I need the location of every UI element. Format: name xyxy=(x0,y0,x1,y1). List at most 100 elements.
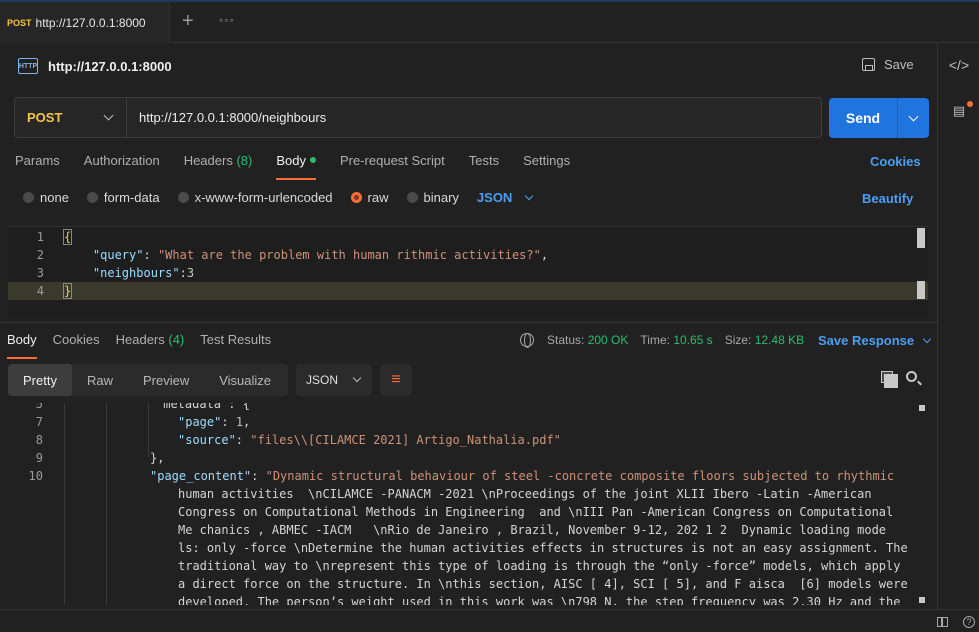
send-label: Send xyxy=(845,110,881,126)
response-tab-headers-label: Headers xyxy=(115,332,165,347)
json-value-content-line: developed. The person’s weight used in t… xyxy=(178,595,901,605)
request-tab-method: POST xyxy=(7,17,32,28)
globe-icon[interactable] xyxy=(520,333,534,348)
view-pretty[interactable]: Pretty xyxy=(8,364,72,396)
view-preview[interactable]: Preview xyxy=(128,364,204,396)
save-button[interactable]: Save xyxy=(862,57,914,72)
search-icon[interactable] xyxy=(906,371,917,382)
send-options-dropdown[interactable] xyxy=(898,111,929,121)
json-value-content-line: human activities \nCILAMCE -PANACM -2021… xyxy=(178,487,872,501)
indent-guide xyxy=(106,403,107,605)
view-visualize[interactable]: Visualize xyxy=(204,364,286,396)
response-scrollbar-bottom[interactable] xyxy=(919,597,925,603)
json-key-page: "page" xyxy=(178,415,222,429)
tab-headers[interactable]: Headers (8) xyxy=(184,153,253,168)
radio-raw-label: raw xyxy=(367,190,389,205)
json-value-content-line: Me chanics , ABMEC -IACM \nRio de Janeir… xyxy=(178,523,887,537)
editor-scrollbar-thumb[interactable] xyxy=(917,228,925,248)
help-icon[interactable]: ? xyxy=(963,616,975,628)
response-format-select[interactable]: JSON xyxy=(296,364,372,396)
response-body-viewer[interactable]: 5 "metadata": { 7 "page": 1, 8 "source":… xyxy=(0,403,928,605)
view-raw[interactable]: Raw xyxy=(72,364,128,396)
json-value-content-line: traditional way to \nrepresent this type… xyxy=(178,559,901,573)
json-value-content-line: a direct force on the structure. In \nth… xyxy=(178,577,908,591)
response-scrollbar-top[interactable] xyxy=(919,405,925,411)
open-brace: { xyxy=(62,229,73,245)
new-tab-plus-icon[interactable]: + xyxy=(182,11,194,31)
documentation-icon[interactable]: ▤ xyxy=(938,103,979,119)
radio-none[interactable]: none xyxy=(23,190,69,205)
json-key-source: "source" xyxy=(178,433,236,447)
save-response-label: Save Response xyxy=(818,333,915,348)
response-tab-test-results[interactable]: Test Results xyxy=(200,332,271,347)
response-tab-headers[interactable]: Headers (4) xyxy=(116,332,185,347)
radio-urlencoded[interactable]: x-www-form-urlencoded xyxy=(177,190,333,205)
tab-headers-count: (8) xyxy=(236,153,253,168)
two-pane-layout-icon[interactable] xyxy=(937,617,948,627)
method-select[interactable]: POST xyxy=(15,98,127,137)
beautify-button[interactable]: Beautify xyxy=(862,191,913,206)
send-button[interactable]: Send xyxy=(829,98,929,138)
tab-strip: POST http://127.0.0.1:8000 + ◦◦◦ xyxy=(0,0,979,43)
response-divider[interactable] xyxy=(0,322,937,323)
editor-scrollbar-marker[interactable] xyxy=(917,281,925,299)
response-tab-underline xyxy=(7,357,37,359)
json-key-metadata: "metadata": { xyxy=(156,403,250,411)
wrap-lines-button[interactable]: ≡ xyxy=(380,364,412,396)
status-readout[interactable]: Status: 200 OK xyxy=(547,333,628,347)
time-readout[interactable]: Time: 10.65 s xyxy=(640,333,712,347)
radio-circle-icon xyxy=(406,192,418,203)
tab-params[interactable]: Params xyxy=(15,153,60,168)
line-number: 9 xyxy=(35,451,43,465)
line-number: 10 xyxy=(28,469,43,483)
json-value-neighbours: 3 xyxy=(186,266,195,280)
cookies-link[interactable]: Cookies xyxy=(870,154,921,169)
url-input[interactable] xyxy=(139,110,789,125)
size-label: Size: xyxy=(724,333,752,347)
size-readout[interactable]: Size: 12.48 KB xyxy=(725,333,804,347)
line-number: 1 xyxy=(36,230,44,244)
radio-binary[interactable]: binary xyxy=(406,190,459,205)
json-close-brace: }, xyxy=(150,451,165,465)
http-request-icon: HTTP xyxy=(18,58,38,74)
request-tab[interactable]: POST http://127.0.0.1:8000 xyxy=(0,2,170,43)
radio-circle-icon xyxy=(177,192,189,203)
chevron-down-icon xyxy=(908,111,919,121)
response-view-modes: Pretty Raw Preview Visualize xyxy=(8,364,288,396)
time-label: Time: xyxy=(640,333,670,347)
body-format-value: JSON xyxy=(476,190,513,205)
json-value-page: 1 xyxy=(235,415,244,429)
body-format-select[interactable]: JSON xyxy=(476,190,534,205)
tab-settings[interactable]: Settings xyxy=(523,153,570,168)
json-value-content-line: Congress on Computational Methods in Eng… xyxy=(178,505,894,519)
request-tabs: Params Authorization Headers (8) Body Pr… xyxy=(15,153,594,180)
response-tab-cookies[interactable]: Cookies xyxy=(53,332,100,347)
request-body-editor[interactable]: 1 { 2 "query": "What are the problem wit… xyxy=(8,226,928,317)
tab-authorization[interactable]: Authorization xyxy=(84,153,160,168)
response-tabs: Body Cookies Headers (4) Test Results xyxy=(7,332,287,359)
radio-circle-icon xyxy=(86,192,98,203)
save-response-button[interactable]: Save Response xyxy=(818,333,932,348)
close-brace: } xyxy=(62,283,73,299)
code-snippet-icon[interactable]: </> xyxy=(938,57,979,73)
radio-raw[interactable]: raw xyxy=(350,190,389,205)
right-sidebar: </> ▤ xyxy=(937,43,979,632)
radio-form-data[interactable]: form-data xyxy=(86,190,160,205)
line-number: 2 xyxy=(36,248,44,262)
tab-body[interactable]: Body xyxy=(276,153,316,180)
more-tabs-ellipsis-icon[interactable]: ◦◦◦ xyxy=(219,13,235,27)
line-number: 7 xyxy=(35,415,43,429)
editor-line: 1 { xyxy=(8,228,928,246)
editor-line: 2 "query": "What are the problem with hu… xyxy=(8,246,928,264)
editor-line: 3 "neighbours":3 xyxy=(8,264,928,282)
tab-prerequest-script[interactable]: Pre-request Script xyxy=(340,153,445,168)
response-tab-body[interactable]: Body xyxy=(7,332,37,359)
radio-binary-label: binary xyxy=(423,190,459,205)
response-meta: Status: 200 OK Time: 10.65 s Size: 12.48… xyxy=(520,333,816,348)
response-headers-count: (4) xyxy=(168,332,185,347)
editor-line-current: 4 } xyxy=(8,282,928,300)
tab-tests[interactable]: Tests xyxy=(469,153,499,168)
save-icon xyxy=(862,58,875,71)
request-title[interactable]: http://127.0.0.1:8000 xyxy=(48,59,172,74)
copy-icon[interactable] xyxy=(881,371,898,388)
